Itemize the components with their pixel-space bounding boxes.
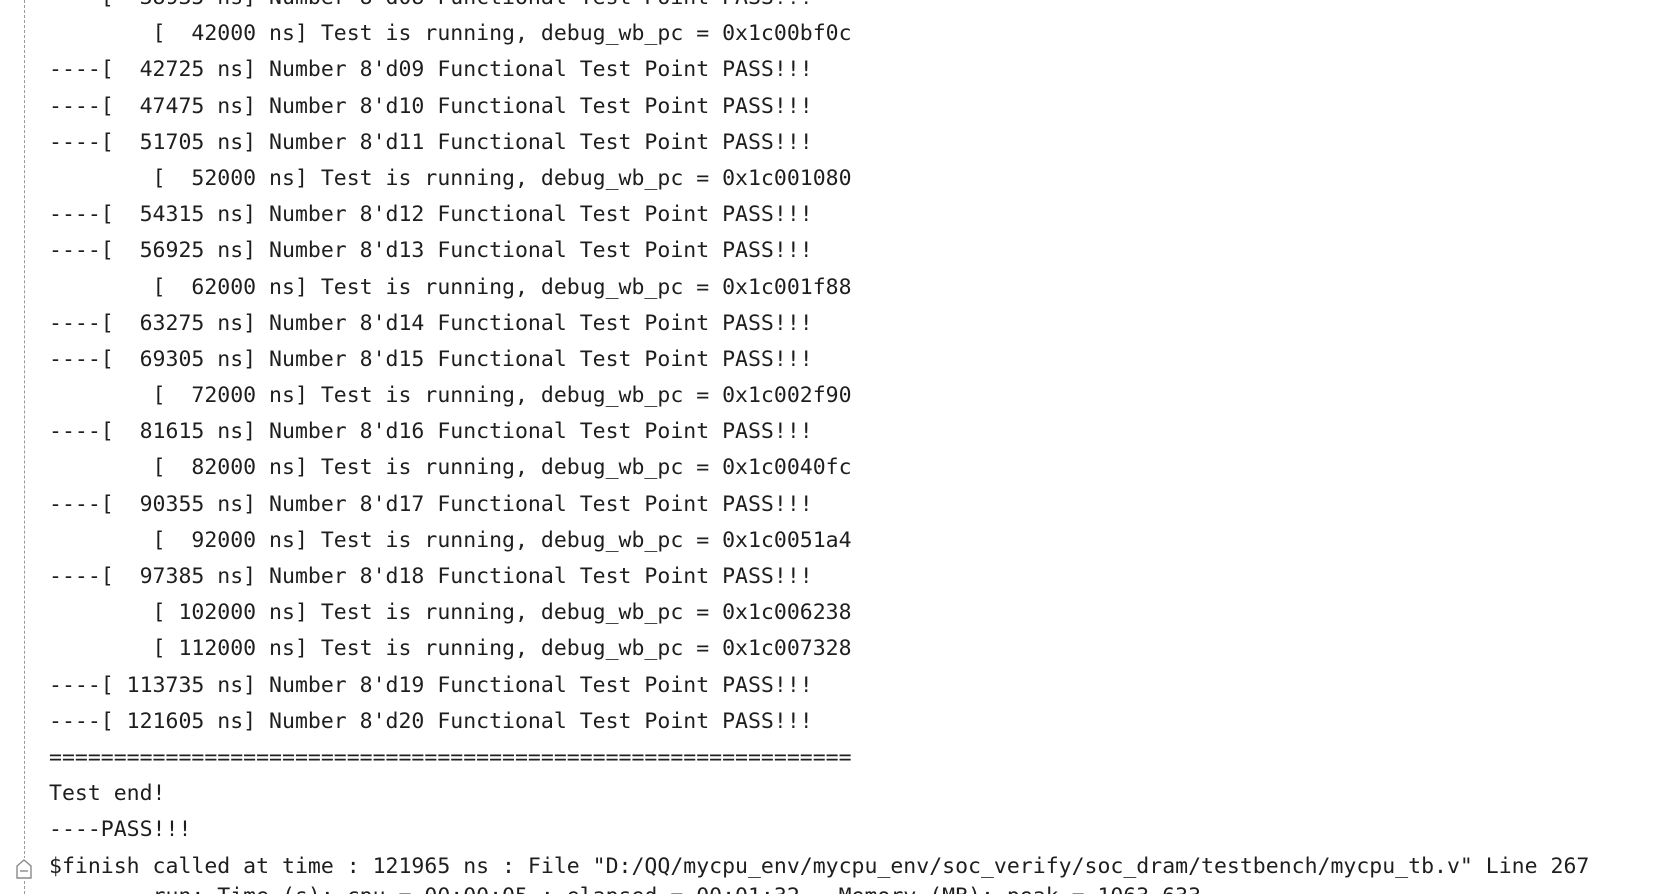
log-line: Test end! — [49, 781, 166, 807]
log-line: [ 102000 ns] Test is running, debug_wb_p… — [49, 600, 852, 626]
log-line: ----[ 90355 ns] Number 8'd17 Functional … — [49, 491, 813, 517]
log-line: ----[ 121605 ns] Number 8'd20 Functional… — [49, 708, 813, 734]
log-line: ========================================… — [49, 744, 852, 770]
log-line: [ 62000 ns] Test is running, debug_wb_pc… — [49, 274, 852, 300]
tcl-console-output: ----[ 38935 ns] Number 8'd08 Functional … — [0, 0, 1672, 894]
log-line: [ 92000 ns] Test is running, debug_wb_pc… — [49, 527, 852, 553]
log-line: ----[ 97385 ns] Number 8'd18 Functional … — [49, 564, 813, 589]
log-line: ----[ 54315 ns] Number 8'd12 Functional … — [49, 202, 813, 228]
log-line: ----PASS!!! — [49, 817, 192, 843]
log-line: [ 112000 ns] Test is running, debug_wb_p… — [49, 636, 852, 662]
log-line: [ 82000 ns] Test is running, debug_wb_pc… — [49, 455, 852, 481]
log-line: [ 72000 ns] Test is running, debug_wb_pc… — [49, 383, 852, 409]
log-line: ----[ 42725 ns] Number 8'd09 Functional … — [49, 57, 813, 83]
log-line: ----[ 113735 ns] Number 8'd19 Functional… — [49, 672, 813, 698]
log-line: ----[ 38935 ns] Number 8'd08 Functional … — [49, 0, 1589, 16]
log-lines: ----[ 38935 ns] Number 8'd08 Functional … — [49, 0, 1589, 885]
fold-collapse-icon[interactable] — [15, 858, 33, 880]
log-line: ----[ 47475 ns] Number 8'd10 Functional … — [49, 93, 813, 119]
log-line: [ 42000 ns] Test is running, debug_wb_pc… — [49, 21, 852, 47]
log-line: ----[ 69305 ns] Number 8'd15 Functional … — [49, 346, 813, 372]
log-line: ----[ 63275 ns] Number 8'd14 Functional … — [49, 310, 813, 336]
fold-gutter — [24, 0, 25, 894]
log-line: ----[ 81615 ns] Number 8'd16 Functional … — [49, 419, 813, 445]
log-line: ----[ 51705 ns] Number 8'd11 Functional … — [49, 129, 813, 155]
log-line: [ 52000 ns] Test is running, debug_wb_pc… — [49, 165, 852, 191]
truncated-log-line: run: Time (s): cpu = 00:00:05 ; elapsed … — [49, 879, 1201, 894]
log-line: ----[ 56925 ns] Number 8'd13 Functional … — [49, 238, 813, 264]
